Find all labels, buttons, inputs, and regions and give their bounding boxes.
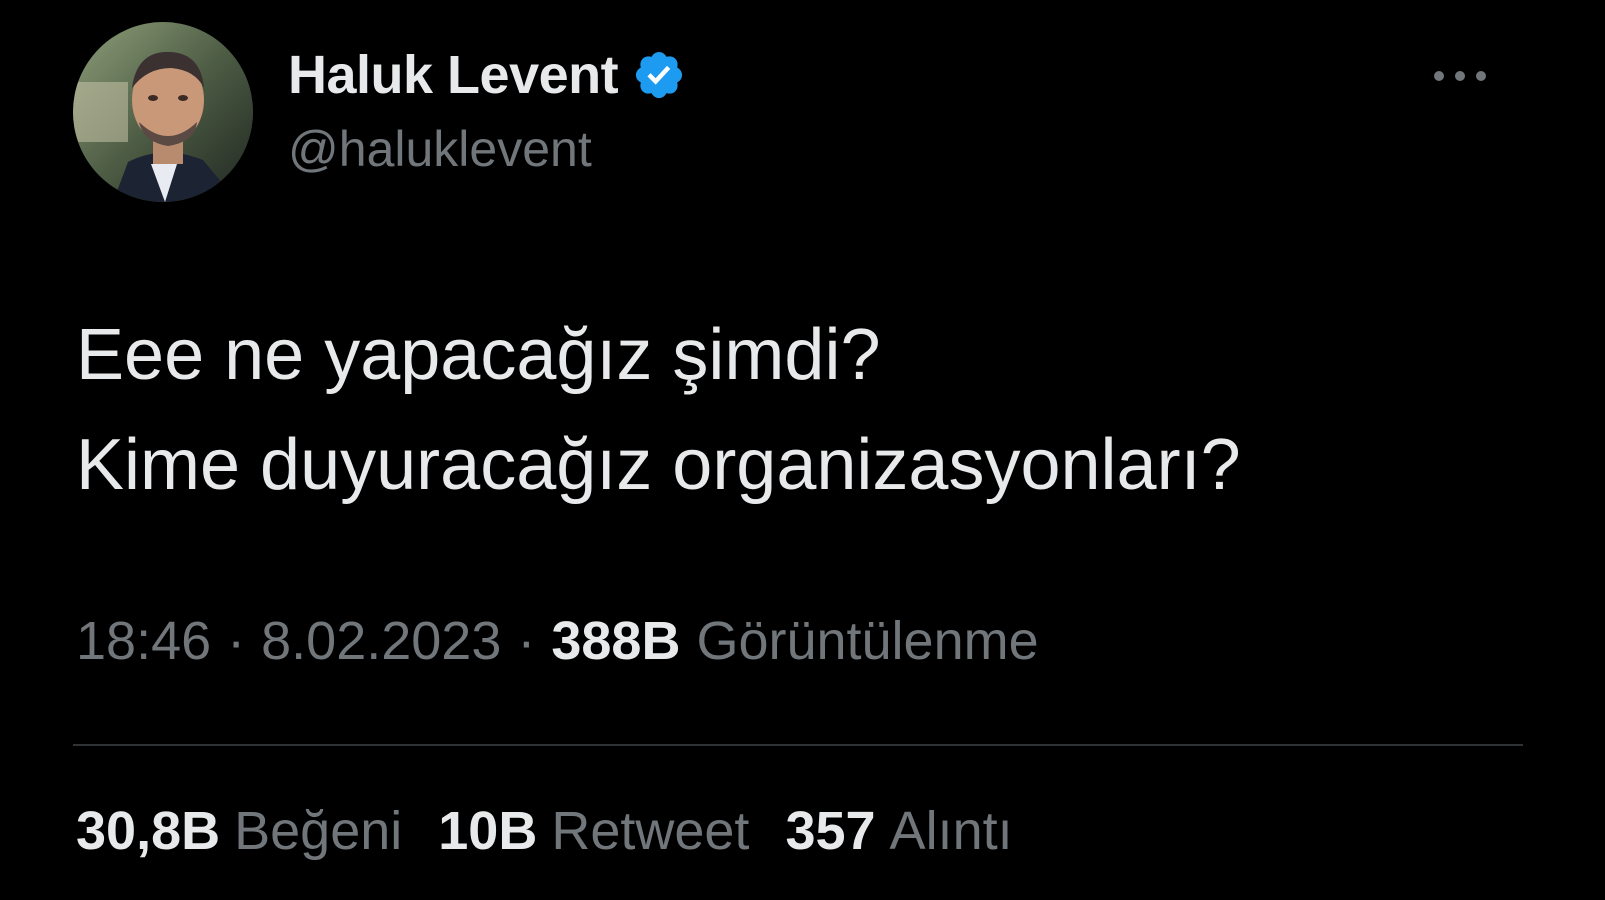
tweet-card: Haluk Levent @haluklevent Eee ne yapacağ… [0, 0, 1605, 900]
meta-separator: · [227, 611, 246, 671]
tweet-meta: 18:46 · 8.02.2023 · 388B Görüntülenme [76, 606, 1039, 676]
retweets-label: Retweet [551, 801, 750, 861]
author-handle[interactable]: @haluklevent [288, 120, 592, 178]
more-options-button[interactable] [1420, 56, 1500, 96]
likes-label: Beğeni [234, 801, 403, 861]
avatar-photo [73, 22, 253, 202]
verified-badge-icon[interactable] [632, 48, 686, 102]
engagement-stats: 30,8B Beğeni 10B Retweet 357 Alıntı [76, 796, 1049, 866]
views-label: Görüntülenme [696, 611, 1039, 671]
quotes-label: Alıntı [889, 801, 1013, 861]
likes-stat[interactable]: 30,8B Beğeni [76, 800, 402, 862]
retweets-stat[interactable]: 10B Retweet [438, 800, 749, 862]
author-name-row: Haluk Levent [288, 42, 686, 108]
tweet-text: Eee ne yapacağız şimdi? Kime duyuracağız… [76, 315, 1241, 505]
tweet-date[interactable]: 8.02.2023 [261, 610, 501, 672]
retweets-count: 10B [438, 801, 538, 861]
likes-count: 30,8B [76, 801, 221, 861]
more-options-icon [1434, 71, 1486, 81]
views-count: 388B [551, 611, 681, 671]
meta-separator: · [517, 611, 536, 671]
avatar[interactable] [73, 22, 253, 202]
divider [73, 744, 1523, 746]
author-display-name[interactable]: Haluk Levent [288, 44, 619, 106]
quotes-stat[interactable]: 357 Alıntı [785, 800, 1012, 862]
quotes-count: 357 [785, 801, 876, 861]
tweet-time[interactable]: 18:46 [76, 610, 211, 672]
